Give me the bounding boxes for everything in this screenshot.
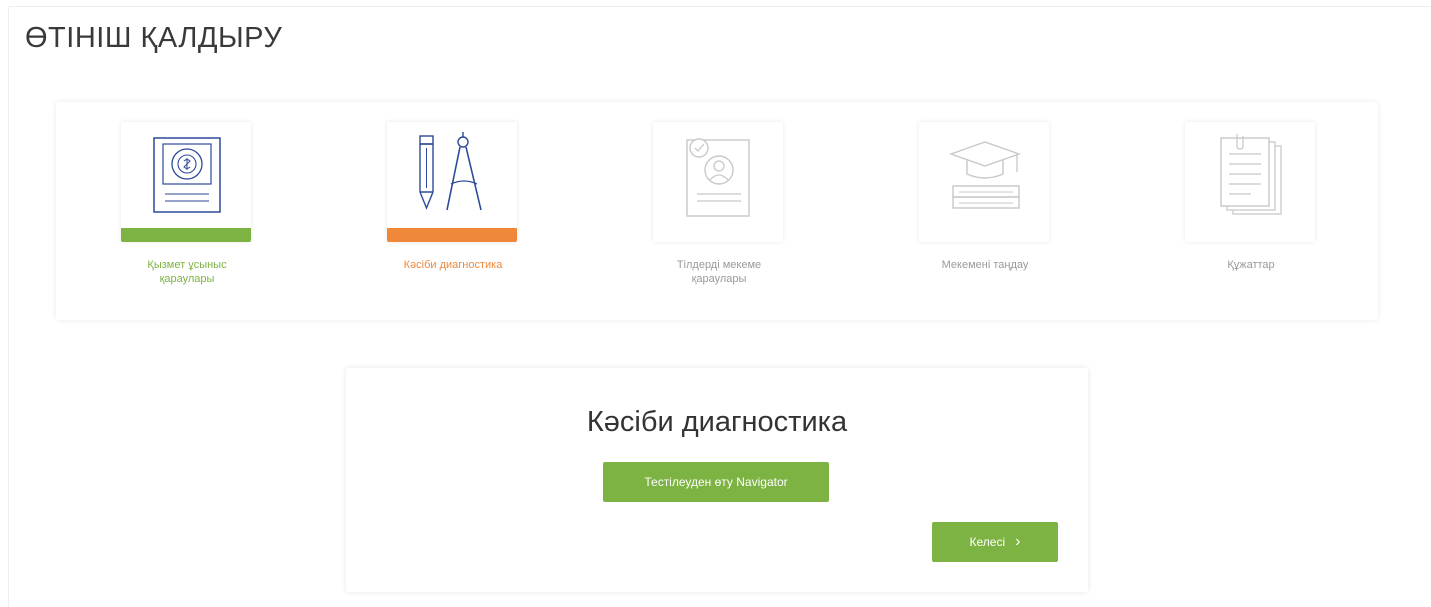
- next-button-label: Келесі: [969, 535, 1006, 549]
- drafting-tools-icon: [419, 132, 482, 211]
- step-card: [919, 122, 1049, 242]
- documents-icon: [1220, 134, 1282, 215]
- step-card: [653, 122, 783, 242]
- step-label: Құжаттар: [1227, 259, 1275, 271]
- graduation-icon: [948, 141, 1022, 209]
- step-card: [121, 122, 251, 242]
- step-card: [1185, 122, 1315, 242]
- step-label: Кәсіби диагностика: [403, 259, 503, 271]
- step-label: Мекемені таңдау: [941, 259, 1029, 271]
- step-label: Қызмет ұсыныс қараулары: [147, 259, 227, 285]
- progress-bar: [387, 228, 517, 242]
- step-language-offers[interactable]: Тілдерді мекеме қараулары: [604, 102, 834, 320]
- step-label: Тілдерді мекеме қараулары: [676, 259, 762, 285]
- step-service-offers[interactable]: Қызмет ұсыныс қараулары: [72, 102, 302, 320]
- start-test-button[interactable]: Тестілеуден өту Navigator: [603, 462, 829, 502]
- progress-bar: [121, 228, 251, 242]
- step-career-diagnostics[interactable]: Кәсіби диагностика: [338, 102, 568, 320]
- next-button[interactable]: Келесі ›: [932, 522, 1058, 562]
- chevron-right-icon: ›: [1015, 533, 1021, 550]
- page-title: ӨТІНІШ ҚАЛДЫРУ: [25, 22, 283, 54]
- step-card: [387, 122, 517, 242]
- step-documents[interactable]: Құжаттар: [1136, 102, 1366, 320]
- passport-icon: [153, 137, 221, 213]
- steps-panel: Қызмет ұсыныс қараулары Кәсіби диагности…: [56, 102, 1378, 320]
- detail-panel: Кәсіби диагностика Тестілеуден өту Navig…: [346, 368, 1088, 592]
- detail-title: Кәсіби диагностика: [586, 406, 848, 438]
- step-choose-institution[interactable]: Мекемені таңдау: [870, 102, 1100, 320]
- resume-icon: [686, 138, 750, 217]
